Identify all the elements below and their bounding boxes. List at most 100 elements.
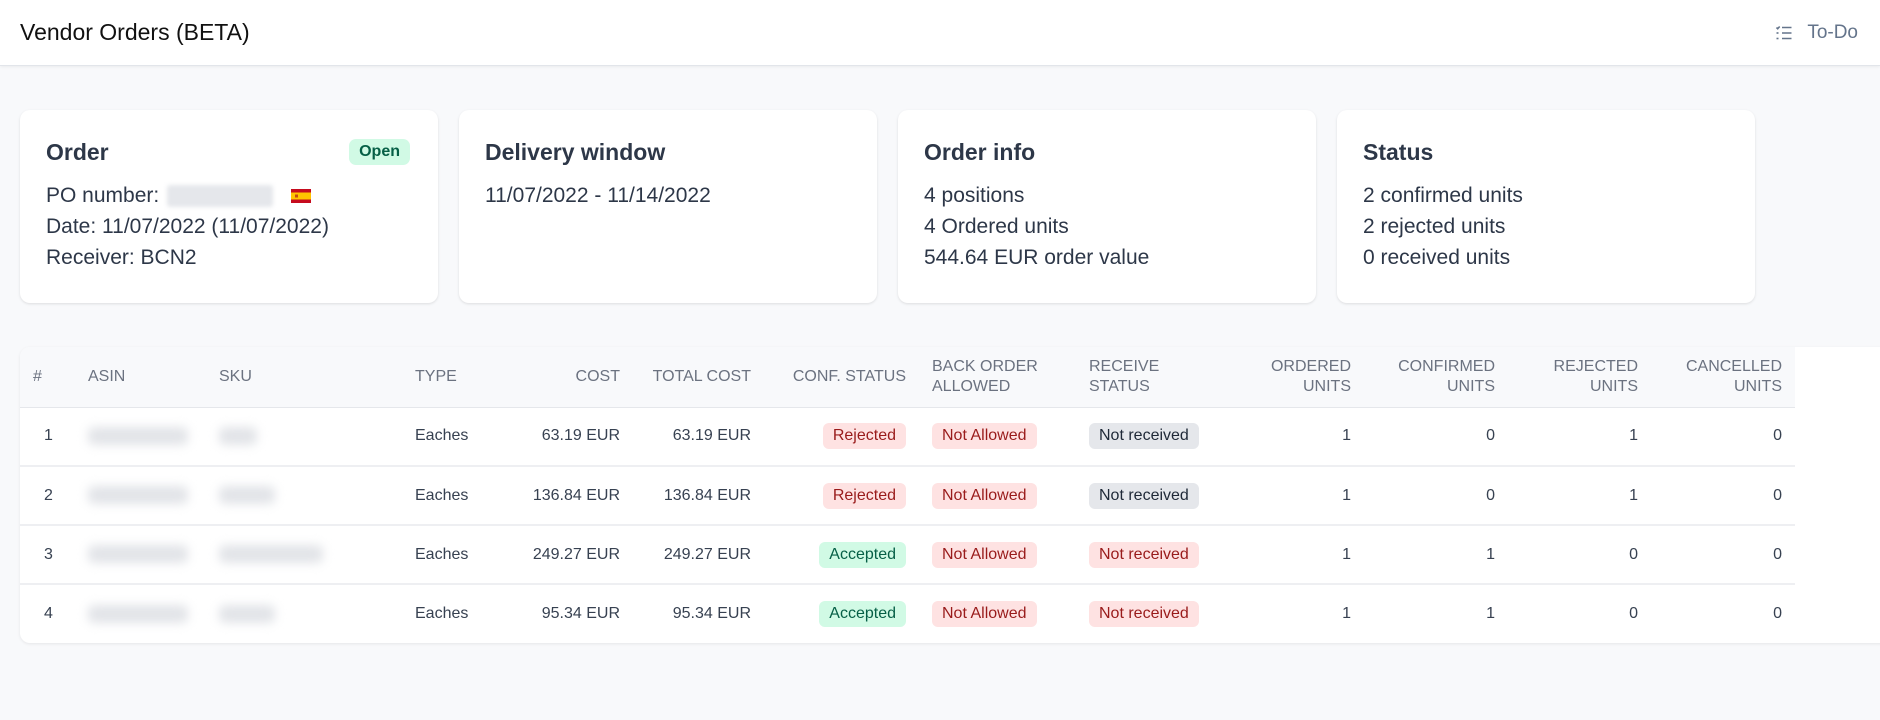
- header-line: RECEIVE: [1089, 357, 1160, 375]
- header-line: UNITS: [1734, 377, 1782, 395]
- col-header-confirmed-units[interactable]: CONFIRMED UNITS: [1364, 347, 1508, 408]
- col-header-ordered-units[interactable]: ORDERED UNITS: [1231, 347, 1364, 408]
- cell-cost: 136.84 EUR: [512, 466, 633, 526]
- status-card: Status 2 confirmed units 2 rejected unit…: [1337, 110, 1755, 303]
- receive-status-badge: Not received: [1089, 601, 1199, 627]
- cell-sku: [206, 584, 402, 643]
- header-line: UNITS: [1303, 377, 1351, 395]
- cell-rejected-units: 0: [1629, 605, 1638, 622]
- cell-confirmed-units: 1: [1486, 605, 1495, 622]
- cell-ordered-units: 1: [1231, 407, 1364, 467]
- delivery-window-title: Delivery window: [485, 139, 666, 165]
- top-bar: Vendor Orders (BETA) To-Do: [0, 0, 1880, 66]
- col-header-type[interactable]: TYPE: [402, 347, 512, 408]
- col-header-num[interactable]: #: [20, 347, 75, 408]
- back-order-badge: Not Allowed: [932, 601, 1037, 627]
- cell-ordered-units: 1: [1342, 605, 1351, 622]
- col-header-total-cost[interactable]: TOTAL COST: [633, 347, 764, 408]
- order-items-table-container: # ASIN SKU TYPE COST TOTAL COST CONF. ST…: [20, 347, 1880, 643]
- table-row[interactable]: 3 Eaches 249.27 EUR 249.27 EUR Accepted Not A…: [20, 525, 1795, 585]
- table-row[interactable]: 4 Eaches 95.34 EUR 95.34 EUR Accepted Not All…: [20, 584, 1795, 643]
- col-header-conf-status[interactable]: CONF. STATUS: [764, 347, 919, 408]
- table-row[interactable]: 2 Eaches 136.84 EUR 136.84 EUR Rejected Not A…: [20, 466, 1795, 526]
- col-header-rejected-units[interactable]: REJECTED UNITS: [1508, 347, 1651, 408]
- order-status-badge: Open: [349, 139, 410, 165]
- cell-cost: 95.34 EUR: [541, 605, 620, 622]
- cell-receive-status: Not received: [1076, 466, 1231, 526]
- table-header-row: # ASIN SKU TYPE COST TOTAL COST CONF. ST…: [20, 347, 1795, 408]
- cell-sku: [206, 525, 402, 585]
- cell-total-cost: 249.27 EUR: [633, 525, 764, 585]
- cell-cancelled-units: 0: [1651, 407, 1795, 467]
- cell-confirmed-units: 1: [1364, 525, 1508, 585]
- sku-redacted: [219, 427, 257, 446]
- cell-asin[interactable]: [75, 525, 206, 585]
- col-header-back-order[interactable]: BACK ORDER ALLOWED: [919, 347, 1076, 408]
- col-header-asin[interactable]: ASIN: [75, 347, 206, 408]
- cell-cancelled-units: 0: [1773, 605, 1782, 622]
- back-order-badge: Not Allowed: [932, 423, 1037, 450]
- cell-back-order: Not Allowed: [919, 525, 1076, 585]
- header-line: UNITS: [1447, 377, 1495, 395]
- receive-status-badge: Not received: [1089, 541, 1199, 568]
- cell-cancelled-units: 0: [1651, 466, 1795, 526]
- cell-sku: [206, 407, 402, 467]
- checklist-icon: [1776, 25, 1792, 39]
- asin-redacted: [88, 486, 188, 505]
- header-line: BACK ORDER: [932, 357, 1038, 375]
- cell-num: 2: [20, 466, 75, 526]
- cell-asin[interactable]: [75, 584, 206, 643]
- order-items-table: # ASIN SKU TYPE COST TOTAL COST CONF. ST…: [20, 347, 1795, 643]
- cell-asin[interactable]: [75, 466, 206, 526]
- cell-rejected-units: 0: [1508, 525, 1651, 585]
- cell-num: 3: [20, 525, 75, 585]
- conf-status-badge: Accepted: [819, 601, 906, 627]
- cell-sku: [206, 466, 402, 526]
- row-number: 1: [44, 427, 53, 445]
- header-line: STATUS: [1089, 377, 1150, 395]
- col-header-sku[interactable]: SKU: [206, 347, 402, 408]
- cell-rejected-units: 1: [1508, 407, 1651, 467]
- order-positions: 4 positions: [924, 184, 1025, 207]
- sku-redacted: [219, 604, 275, 623]
- back-order-badge: Not Allowed: [932, 482, 1037, 509]
- status-confirmed-units: 2 confirmed units: [1363, 184, 1523, 207]
- cell-total-cost: 136.84 EUR: [633, 466, 764, 526]
- col-header-cancelled-units[interactable]: CANCELLED UNITS: [1651, 347, 1795, 408]
- todo-label: To-Do: [1807, 21, 1858, 43]
- cell-ordered-units: 1: [1231, 525, 1364, 585]
- order-info-card: Order info 4 positions 4 Ordered units 5…: [898, 110, 1316, 303]
- row-number: 4: [44, 605, 53, 622]
- header-line: REJECTED: [1553, 357, 1638, 375]
- cell-asin[interactable]: [75, 407, 206, 467]
- cell-conf-status: Rejected: [764, 466, 919, 526]
- cell-num: 4: [20, 584, 75, 643]
- cell-back-order: Not Allowed: [919, 466, 1076, 526]
- asin-redacted: [88, 427, 188, 446]
- asin-redacted: [88, 604, 188, 623]
- order-info-title: Order info: [924, 139, 1036, 165]
- header-line: UNITS: [1590, 377, 1638, 395]
- cell-type: Eaches: [402, 525, 512, 585]
- col-header-cost[interactable]: COST: [512, 347, 633, 408]
- row-number: 3: [44, 545, 53, 563]
- cell-cost: 63.19 EUR: [512, 407, 633, 467]
- cell-num: 1: [20, 407, 75, 467]
- cell-ordered-units: 1: [1231, 466, 1364, 526]
- cell-receive-status: Not received: [1076, 525, 1231, 585]
- cell-type: Eaches: [402, 466, 512, 526]
- table-row[interactable]: 1 Eaches 63.19 EUR 63.19 EUR Rejected Not All…: [20, 407, 1795, 467]
- status-title: Status: [1363, 139, 1434, 165]
- todo-button[interactable]: To-Do: [1775, 22, 1860, 44]
- po-number-label: PO number:: [46, 184, 160, 207]
- cell-back-order: Not Allowed: [919, 584, 1076, 643]
- cell-back-order: Not Allowed: [919, 407, 1076, 467]
- order-date: Date: 11/07/2022 (11/07/2022): [46, 215, 329, 238]
- delivery-window-card: Delivery window 11/07/2022 - 11/14/2022: [459, 110, 877, 303]
- order-receiver: Receiver: BCN2: [46, 246, 197, 269]
- order-ordered-units: 4 Ordered units: [924, 215, 1069, 238]
- col-header-receive-status[interactable]: RECEIVE STATUS: [1076, 347, 1231, 408]
- delivery-window-range: 11/07/2022 - 11/14/2022: [485, 184, 711, 207]
- spain-flag-icon: [290, 189, 311, 204]
- cell-conf-status: Accepted: [764, 584, 919, 643]
